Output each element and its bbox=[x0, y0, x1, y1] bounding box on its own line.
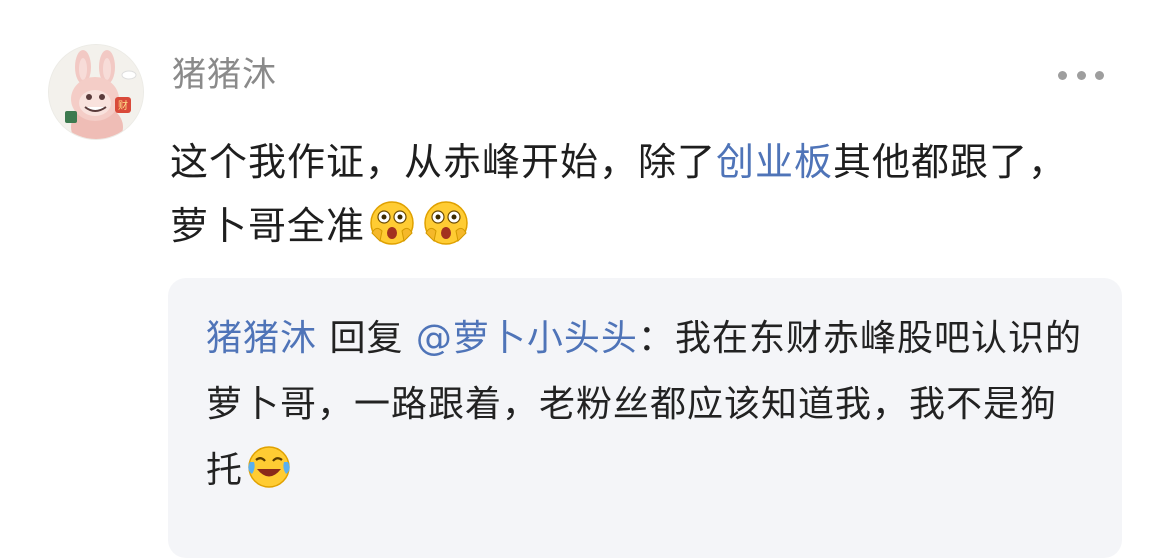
shocked-face-icon bbox=[422, 199, 470, 266]
quoted-reply[interactable]: 猪猪沐 回复 @萝卜小头头：我在东财赤峰股吧认识的萝卜哥，一路跟着，老粉丝都应该… bbox=[168, 278, 1122, 558]
more-options-button[interactable] bbox=[1058, 66, 1104, 84]
avatar[interactable]: 财 bbox=[48, 44, 144, 140]
more-dot-icon bbox=[1076, 70, 1086, 80]
svg-text:财: 财 bbox=[118, 99, 128, 112]
quoted-reply-text: 猪猪沐 回复 @萝卜小头头：我在东财赤峰股吧认识的萝卜哥，一路跟着，老粉丝都应该… bbox=[206, 306, 1086, 512]
comment-text: 这个我作证，从赤峰开始，除了创业板其他都跟了，萝卜哥全准 bbox=[170, 130, 1070, 266]
laughing-crying-face-icon bbox=[246, 444, 292, 512]
reply-word: 回复 bbox=[317, 318, 416, 359]
reply-username[interactable]: 猪猪沐 bbox=[206, 318, 317, 359]
comment-text-part: 这个我作证，从赤峰开始，除了 bbox=[170, 140, 717, 184]
comment-username[interactable]: 猪猪沐 bbox=[172, 52, 277, 98]
reply-colon: ： bbox=[637, 318, 675, 359]
more-dot-icon bbox=[1058, 70, 1067, 80]
stock-link-chuangyeban[interactable]: 创业板 bbox=[716, 140, 833, 184]
reply-mention[interactable]: @萝卜小头头 bbox=[416, 318, 638, 359]
more-dot-icon bbox=[1095, 70, 1104, 80]
shocked-face-icon bbox=[368, 199, 416, 266]
avatar-image: 财 bbox=[49, 45, 143, 139]
